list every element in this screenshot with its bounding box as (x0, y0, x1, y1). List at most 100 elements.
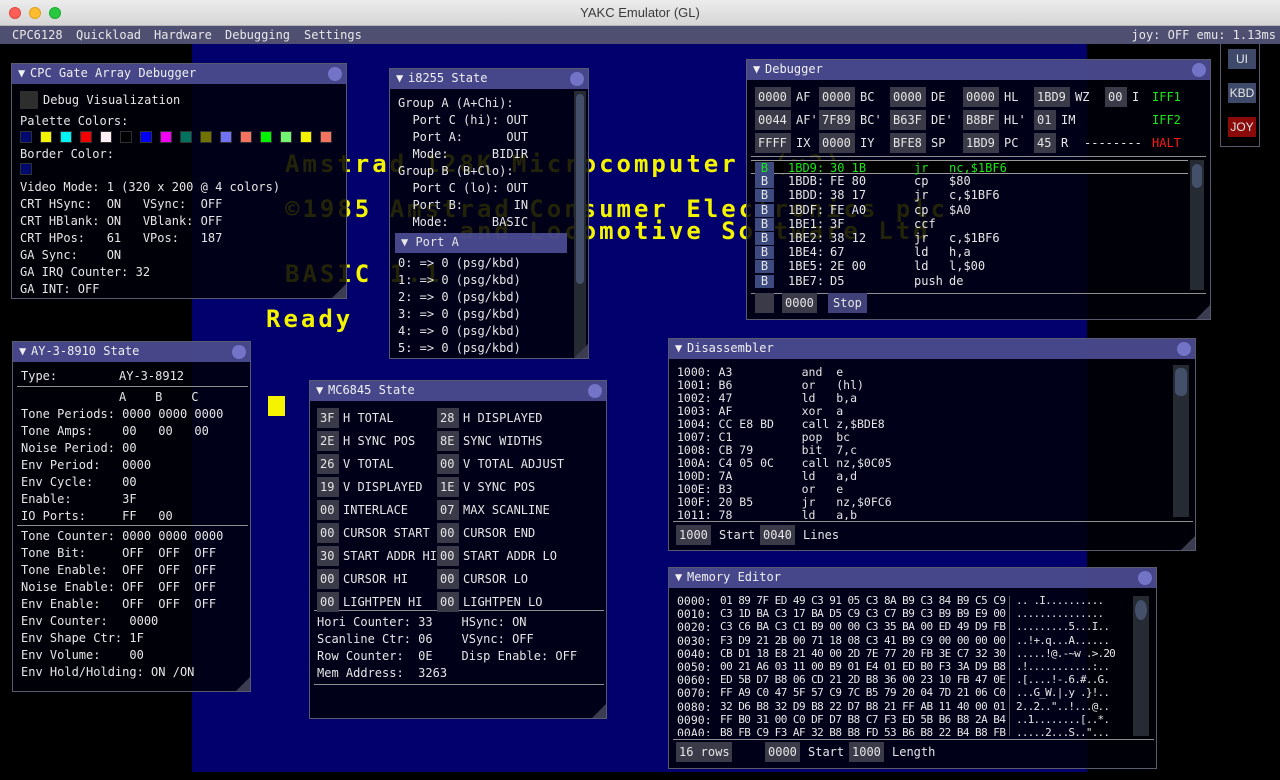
palette-swatch[interactable] (20, 131, 32, 143)
menu-cpc6128[interactable]: CPC6128 (12, 28, 63, 42)
menu-hardware[interactable]: Hardware (154, 28, 212, 42)
breakpoint-address-input[interactable]: 0000 (782, 293, 817, 313)
breakpoint-toggle[interactable]: B (755, 162, 774, 175)
close-icon[interactable] (588, 384, 602, 398)
register-value-input[interactable]: B8BF (963, 110, 999, 130)
resize-grip[interactable] (574, 344, 588, 358)
register-value-input[interactable]: 0000 (755, 87, 791, 107)
palette-swatch[interactable] (180, 131, 192, 143)
crtc-register-input[interactable]: 00 (437, 454, 459, 474)
listing-row[interactable]: B 1BDD: 38 17 jr c,$1BF6 (751, 188, 1188, 203)
listing-row[interactable]: B 1BDF: FE A0 cp $A0 (751, 203, 1188, 217)
crtc-register-input[interactable]: 30 (317, 546, 339, 566)
crtc-register-input[interactable]: 00 (437, 546, 459, 566)
collapse-icon[interactable]: ▼ (316, 383, 328, 397)
ay-titlebar[interactable]: ▼ AY-3-8910 State (13, 342, 250, 362)
memory-hex-bytes[interactable]: F3 D9 21 2B 00 71 18 08 C3 41 B9 C9 00 0… (720, 634, 1006, 647)
memory-editor-titlebar[interactable]: ▼ Memory Editor (669, 568, 1156, 588)
memory-hex-view[interactable]: 0000: 01 89 7F ED 49 C3 91 05 C3 8A B9 C3… (669, 594, 1129, 736)
collapse-icon[interactable]: ▼ (396, 71, 408, 85)
debugger-titlebar[interactable]: ▼ Debugger (747, 60, 1210, 80)
disassembler-scrollbar[interactable] (1173, 365, 1189, 517)
keyboard-toggle-button[interactable]: KBD (1228, 83, 1256, 103)
breakpoint-checkbox[interactable] (755, 293, 774, 313)
register-value-input[interactable]: 0044 (755, 110, 791, 130)
palette-swatch[interactable] (320, 131, 332, 143)
register-value-input[interactable]: 0000 (819, 133, 855, 153)
collapse-icon[interactable]: ▼ (675, 341, 687, 355)
debug-visualization-checkbox[interactable] (20, 91, 38, 109)
resize-grip[interactable] (332, 284, 346, 298)
memory-hex-bytes[interactable]: 00 21 A6 03 11 00 B9 01 E4 01 ED B0 F3 3… (720, 660, 1006, 673)
breakpoint-toggle[interactable]: B (755, 260, 774, 274)
crtc-register-input[interactable]: 19 (317, 477, 339, 497)
breakpoint-toggle[interactable]: B (755, 189, 774, 203)
disassembler-titlebar[interactable]: ▼ Disassembler (669, 339, 1195, 359)
crtc-register-input[interactable]: 26 (317, 454, 339, 474)
rows-selector[interactable]: 16 rows (676, 742, 732, 762)
port-a-header[interactable]: ▼ Port A (395, 233, 567, 253)
palette-swatch[interactable] (200, 131, 212, 143)
gate-array-titlebar[interactable]: ▼ CPC Gate Array Debugger (12, 64, 346, 84)
close-icon[interactable] (570, 72, 584, 86)
listing-row[interactable]: B 1BE7: D5 push de (751, 274, 1188, 288)
close-icon[interactable] (1192, 63, 1206, 77)
scrollbar-thumb[interactable] (576, 94, 584, 284)
i8255-titlebar[interactable]: ▼ i8255 State (390, 69, 588, 89)
palette-swatch[interactable] (100, 131, 112, 143)
crtc-register-input[interactable]: 00 (317, 523, 339, 543)
memory-hex-bytes[interactable]: ED 5B D7 B8 06 CD 21 2D B8 36 00 23 10 F… (720, 673, 1006, 686)
memory-hex-bytes[interactable]: CB D1 18 E8 21 40 00 2D 7E 77 20 FB 3E C… (720, 647, 1006, 660)
crtc-register-input[interactable]: 00 (317, 500, 339, 520)
breakpoint-toggle[interactable]: B (755, 217, 774, 231)
ui-toggle-button[interactable]: UI (1228, 49, 1256, 69)
crtc-register-input[interactable]: 00 (437, 569, 459, 589)
scrollbar-thumb[interactable] (1175, 368, 1187, 396)
resize-grip[interactable] (1181, 536, 1195, 550)
register-value-input[interactable]: 1BD9 (1034, 87, 1070, 107)
crtc-register-input[interactable]: 00 (317, 569, 339, 589)
register-value-input[interactable]: 0000 (890, 87, 926, 107)
border-color-swatch[interactable] (20, 163, 32, 175)
palette-swatch[interactable] (220, 131, 232, 143)
breakpoint-toggle[interactable]: B (755, 232, 774, 245)
memory-hex-bytes[interactable]: FF A9 C0 47 5F 57 C9 7C B5 79 20 04 7D 2… (720, 686, 1006, 699)
close-icon[interactable] (232, 345, 246, 359)
memory-hex-bytes[interactable]: 01 89 7F ED 49 C3 91 05 C3 8A B9 C3 84 B… (720, 594, 1006, 607)
close-icon[interactable] (1177, 342, 1191, 356)
palette-swatch[interactable] (300, 131, 312, 143)
register-value-input[interactable]: 00 (1105, 87, 1127, 107)
resize-grip[interactable] (1196, 305, 1210, 319)
register-value-input[interactable]: BFE8 (890, 133, 926, 153)
memory-hex-bytes[interactable]: B8 FB C9 F3 AF 32 B8 B8 FD 53 B6 B8 22 B… (720, 726, 1006, 736)
crtc-register-input[interactable]: 8E (437, 431, 459, 451)
disasm-lines-input[interactable]: 0040 (760, 525, 795, 545)
i8255-scrollbar[interactable] (574, 91, 586, 357)
resize-grip[interactable] (236, 677, 250, 691)
menu-settings[interactable]: Settings (304, 28, 362, 42)
stop-button[interactable]: Stop (828, 293, 867, 313)
crtc-register-input[interactable]: 00 (317, 592, 339, 612)
collapse-icon[interactable]: ▼ (19, 344, 31, 358)
crtc-register-input[interactable]: 00 (437, 523, 459, 543)
collapse-icon[interactable]: ▼ (675, 570, 687, 584)
memory-hex-bytes[interactable]: C3 1D BA C3 17 BA D5 C9 C3 C7 B9 C3 B9 B… (720, 607, 1006, 620)
palette-swatch[interactable] (120, 131, 132, 143)
memory-hex-bytes[interactable]: C3 C6 BA C3 C1 B9 00 00 C3 35 BA 00 ED 4… (720, 620, 1006, 633)
memory-hex-bytes[interactable]: 32 D6 B8 32 D9 B8 22 D7 B8 21 FF AB 11 4… (720, 700, 1006, 713)
listing-row[interactable]: B 1BE4: 67 ld h,a (751, 245, 1188, 260)
listing-row[interactable]: B 1BE2: 38 12 jr c,$1BF6 (751, 231, 1188, 245)
listing-row[interactable]: B 1BDB: FE 80 cp $80 (751, 174, 1188, 189)
collapse-icon[interactable]: ▼ (753, 62, 765, 76)
register-value-input[interactable]: 0000 (819, 87, 855, 107)
scrollbar-thumb[interactable] (1192, 164, 1202, 188)
palette-swatch[interactable] (240, 131, 252, 143)
palette-swatch[interactable] (260, 131, 272, 143)
memory-scrollbar[interactable] (1133, 596, 1149, 736)
memory-length-input[interactable]: 1000 (849, 742, 884, 762)
listing-row[interactable]: B 1BE5: 2E 00 ld l,$00 (751, 259, 1188, 274)
breakpoint-toggle[interactable]: B (755, 274, 774, 288)
listing-row[interactable]: B 1BE1: 3F ccf (751, 217, 1188, 231)
palette-swatch[interactable] (60, 131, 72, 143)
debugger-scrollbar[interactable] (1190, 160, 1204, 290)
